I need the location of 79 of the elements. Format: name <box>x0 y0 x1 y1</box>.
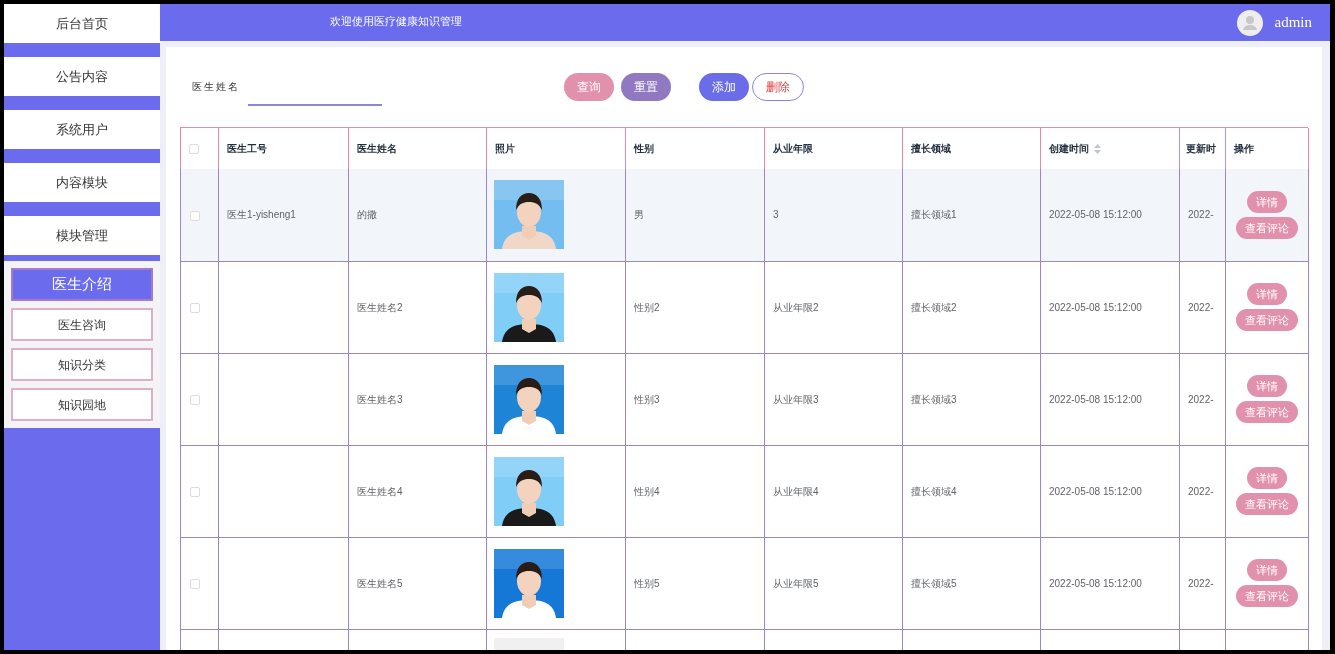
table-cell: 2022-05-08 15:12:00 <box>1049 485 1142 497</box>
sidebar-item[interactable]: 模块管理 <box>4 216 160 255</box>
add-button[interactable]: 添加 <box>699 73 749 101</box>
field-label: 医生姓名 <box>192 79 240 94</box>
column-header: 医生工号 <box>227 142 267 156</box>
table-cell: 性别3 <box>634 393 660 405</box>
view-comments-button[interactable]: 查看评论 <box>1236 401 1298 423</box>
table-cell: 2022-05-08 15:12:00 <box>1049 209 1142 221</box>
view-comments-button[interactable]: 查看评论 <box>1236 216 1298 239</box>
table-cell: 男 <box>634 209 644 221</box>
table-cell: 从业年限4 <box>773 485 819 497</box>
view-comments-button[interactable]: 查看评论 <box>1236 585 1298 607</box>
table-cell: 医生1-yisheng1 <box>227 209 296 221</box>
checkbox[interactable] <box>189 144 199 155</box>
table-cell: 医生姓名4 <box>357 485 403 497</box>
view-comments-button[interactable]: 查看评论 <box>1236 493 1298 515</box>
table-cell: 2022-05-08 15:12:00 <box>1049 301 1142 313</box>
table-cell: 医生姓名2 <box>357 301 403 313</box>
reset-button[interactable]: 重置 <box>621 73 671 101</box>
user-name[interactable]: admin <box>1274 11 1312 34</box>
table-cell: 的撒 <box>357 209 377 221</box>
search-button[interactable]: 查询 <box>564 73 614 101</box>
table-cell: 2022-05-08 15:12:00 <box>1049 577 1142 589</box>
details-button[interactable]: 详情 <box>1247 559 1287 581</box>
submenu-item[interactable]: 知识园地 <box>11 388 153 421</box>
table-row[interactable]: 医生姓名2 性别2 从业年限2 擅长领域2 2022-05-08 15:12:00 2022- 详情 查看评论 <box>180 261 1309 353</box>
column-header: 从业年限 <box>773 142 813 156</box>
details-button[interactable]: 详情 <box>1247 375 1287 397</box>
column-header[interactable]: 创建时间 <box>1049 141 1089 156</box>
sidebar-item[interactable]: 系统用户 <box>4 110 160 149</box>
checkbox[interactable] <box>190 486 200 497</box>
details-button[interactable]: 详情 <box>1247 283 1287 305</box>
table-cell: 2022- <box>1188 209 1214 221</box>
table-cell: 2022- <box>1188 301 1214 313</box>
table-row[interactable]: 医生姓名4 性别4 从业年限4 擅长领域4 2022-05-08 15:12:00 2022- 详情 查看评论 <box>180 445 1309 537</box>
delete-button[interactable]: 删除 <box>752 73 804 101</box>
table-cell: 擅长领域1 <box>911 209 957 221</box>
table-cell: 从业年限2 <box>773 301 819 313</box>
submenu-item[interactable]: 医生咨询 <box>11 308 153 341</box>
table-cell: 擅长领域2 <box>911 301 957 313</box>
table-row[interactable]: 医生姓名5 性别5 从业年限5 擅长领域5 2022-05-08 15:12:00 2022- 详情 查看评论 <box>180 537 1309 629</box>
header-title: 欢迎使用医疗健康知识管理 <box>330 14 463 31</box>
avatar-icon <box>1236 9 1263 36</box>
sort-icon[interactable] <box>1094 143 1101 154</box>
table-row[interactable]: 医生1-yisheng1 的撒 男 3 擅长领域1 2022-05-08 15:12:00 2022- 详情 查看评论 <box>180 169 1309 261</box>
details-button[interactable]: 详情 <box>1247 467 1287 489</box>
table-cell: 性别2 <box>634 301 660 313</box>
table-cell: 从业年限5 <box>773 577 819 589</box>
table-cell: 从业年限3 <box>773 393 819 405</box>
table-cell: 2022- <box>1188 485 1214 497</box>
sidebar-item[interactable]: 公告内容 <box>4 57 160 96</box>
view-comments-button[interactable]: 查看评论 <box>1236 309 1298 331</box>
table-cell: 3 <box>773 209 779 221</box>
checkbox[interactable] <box>190 578 200 589</box>
column-header: 更新时 <box>1186 142 1216 156</box>
column-header: 照片 <box>495 142 515 156</box>
checkbox[interactable] <box>190 302 200 313</box>
column-header: 擅长领域 <box>911 142 951 156</box>
table-cell: 2022-05-08 15:12:00 <box>1049 393 1142 405</box>
table-cell: 2022- <box>1188 577 1214 589</box>
table-cell: 医生姓名3 <box>357 393 403 405</box>
column-header: 医生姓名 <box>357 142 397 156</box>
checkbox[interactable] <box>190 394 200 405</box>
details-button[interactable]: 详情 <box>1247 190 1287 213</box>
table-cell: 性别4 <box>634 485 660 497</box>
table-cell: 擅长领域5 <box>911 577 957 589</box>
column-header: 操作 <box>1234 142 1254 156</box>
submenu-item[interactable]: 知识分类 <box>11 348 153 381</box>
table-cell: 擅长领域4 <box>911 485 957 497</box>
table-cell: 2022- <box>1188 393 1214 405</box>
sidebar-item[interactable]: 内容模块 <box>4 163 160 202</box>
table-cell: 性别5 <box>634 577 660 589</box>
table-row[interactable]: 医生姓名3 性别3 从业年限3 擅长领域3 2022-05-08 15:12:00 2022- 详情 查看评论 <box>180 353 1309 445</box>
checkbox[interactable] <box>190 210 200 221</box>
submenu-item[interactable]: 医生介绍 <box>11 268 153 301</box>
table-cell: 医生姓名5 <box>357 577 403 589</box>
column-header: 性别 <box>634 142 654 156</box>
sidebar-item[interactable]: 后台首页 <box>4 4 160 43</box>
table-cell: 擅长领域3 <box>911 393 957 405</box>
